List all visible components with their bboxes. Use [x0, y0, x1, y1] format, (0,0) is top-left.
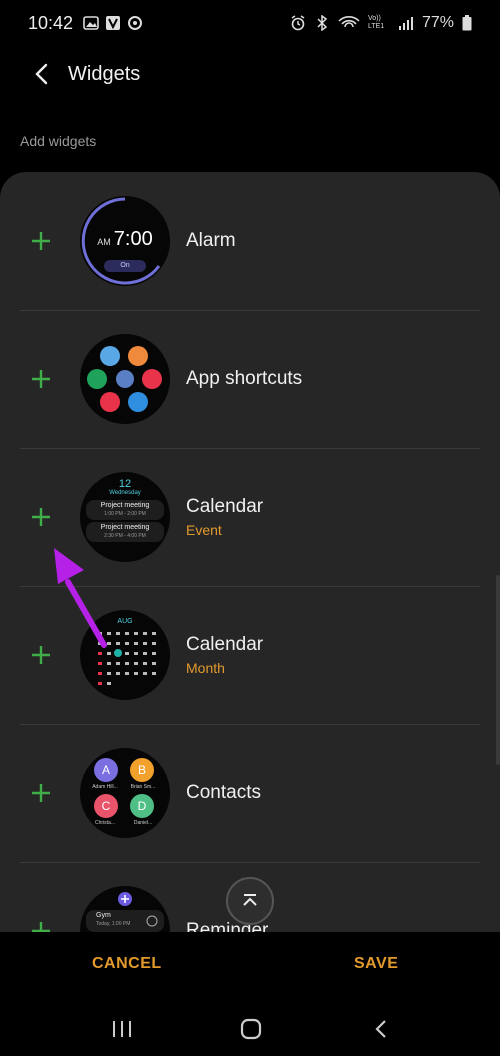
signal-icon — [398, 17, 413, 30]
widget-title: Calendar — [186, 634, 264, 655]
reminder-add-icon — [118, 892, 132, 906]
app-icons-grid-icon — [87, 346, 162, 412]
contact-avatar: B — [130, 758, 154, 782]
widget-title: Contacts — [186, 782, 261, 803]
annotation-arrow-icon — [54, 548, 107, 648]
nav-back-button[interactable] — [366, 1014, 396, 1044]
alarm-state: On — [104, 260, 146, 272]
event-time: 1:00 PM - 2:00 PM — [104, 511, 146, 517]
battery-icon — [462, 15, 472, 31]
scrollbar[interactable] — [496, 575, 500, 765]
home-icon — [240, 1018, 262, 1040]
add-widget-button[interactable] — [26, 502, 56, 532]
status-time: 10:42 — [28, 12, 74, 33]
section-label: Add widgets — [20, 133, 97, 149]
widget-title: App shortcuts — [186, 368, 303, 389]
recents-button[interactable] — [107, 1014, 137, 1044]
home-button[interactable] — [236, 1014, 266, 1044]
widget-subtitle: Event — [186, 522, 222, 538]
add-widget-button[interactable] — [26, 916, 56, 932]
notification-icons — [83, 15, 143, 31]
app-bar: Widgets — [0, 52, 500, 96]
contact-avatar: C — [94, 794, 118, 818]
scroll-to-top-button[interactable] — [226, 877, 274, 925]
alarm-status-icon — [291, 15, 305, 31]
recents-icon — [113, 1021, 131, 1037]
circle-notification-icon — [128, 16, 143, 30]
reminder-item: Gym — [96, 912, 111, 919]
app-shortcuts-preview — [80, 334, 170, 424]
network-label: Vo)) LTE1 — [367, 15, 385, 30]
reminder-preview: Gym Today, 1:00 PM — [80, 886, 170, 932]
status-right: Vo)) LTE1 77% — [290, 14, 472, 32]
battery-percent: 77% — [421, 14, 454, 31]
contact-name: Daniel... — [133, 820, 153, 826]
back-button[interactable] — [22, 54, 62, 94]
alarm-time: 7:00 — [113, 228, 153, 250]
calendar-weekday: Wednesday — [109, 490, 141, 496]
event-title: Project meeting — [100, 524, 150, 531]
back-arrow-icon — [35, 63, 48, 85]
widget-title: Alarm — [186, 230, 236, 251]
alarm-ampm: AM — [97, 237, 111, 247]
widget-row-app-shortcuts[interactable]: App shortcuts — [0, 310, 500, 448]
event-time: 2:30 PM - 4:00 PM — [104, 533, 146, 539]
plus-icon — [32, 784, 50, 802]
plus-icon — [32, 232, 50, 250]
action-bar: CANCEL SAVE — [0, 944, 500, 988]
cancel-button[interactable]: CANCEL — [92, 944, 162, 984]
back-icon — [375, 1020, 386, 1038]
add-widget-button[interactable] — [26, 226, 56, 256]
widget-row-alarm[interactable]: AM 7:00 On Alarm — [0, 172, 500, 310]
system-nav-bar — [0, 1002, 500, 1056]
gallery-icon — [83, 16, 99, 30]
page-title: Widgets — [68, 62, 141, 85]
plus-icon — [32, 922, 50, 932]
save-button[interactable]: SAVE — [354, 944, 398, 984]
contact-avatar: D — [130, 794, 154, 818]
widget-title: Calendar — [186, 496, 264, 517]
contacts-preview: A B Adam Hill... Brian Sm... C D Christa… — [80, 748, 170, 838]
widget-subtitle: Month — [186, 660, 225, 676]
bluetooth-icon — [317, 15, 328, 31]
contact-name: Christa... — [94, 820, 115, 826]
reminder-time: Today, 1:00 PM — [96, 921, 131, 927]
event-title: Project meeting — [100, 502, 150, 509]
calendar-day: 12 — [118, 478, 132, 490]
add-widget-button[interactable] — [26, 364, 56, 394]
contact-name: Adam Hill... — [92, 784, 118, 790]
contact-avatar: A — [94, 758, 118, 782]
reminder-check-icon — [146, 915, 158, 927]
status-bar: 10:42 Vo)) LTE1 77% — [0, 0, 500, 46]
plus-icon — [32, 370, 50, 388]
alarm-widget-preview: AM 7:00 On — [80, 196, 170, 286]
plus-icon — [32, 508, 50, 526]
app-notification-icon — [106, 16, 121, 30]
wifi-icon — [338, 16, 360, 28]
widget-row-contacts[interactable]: A B Adam Hill... Brian Sm... C D Christa… — [0, 724, 500, 862]
contact-name: Brian Sm... — [130, 784, 156, 790]
add-widget-button[interactable] — [26, 778, 56, 808]
scroll-top-icon — [243, 894, 257, 906]
